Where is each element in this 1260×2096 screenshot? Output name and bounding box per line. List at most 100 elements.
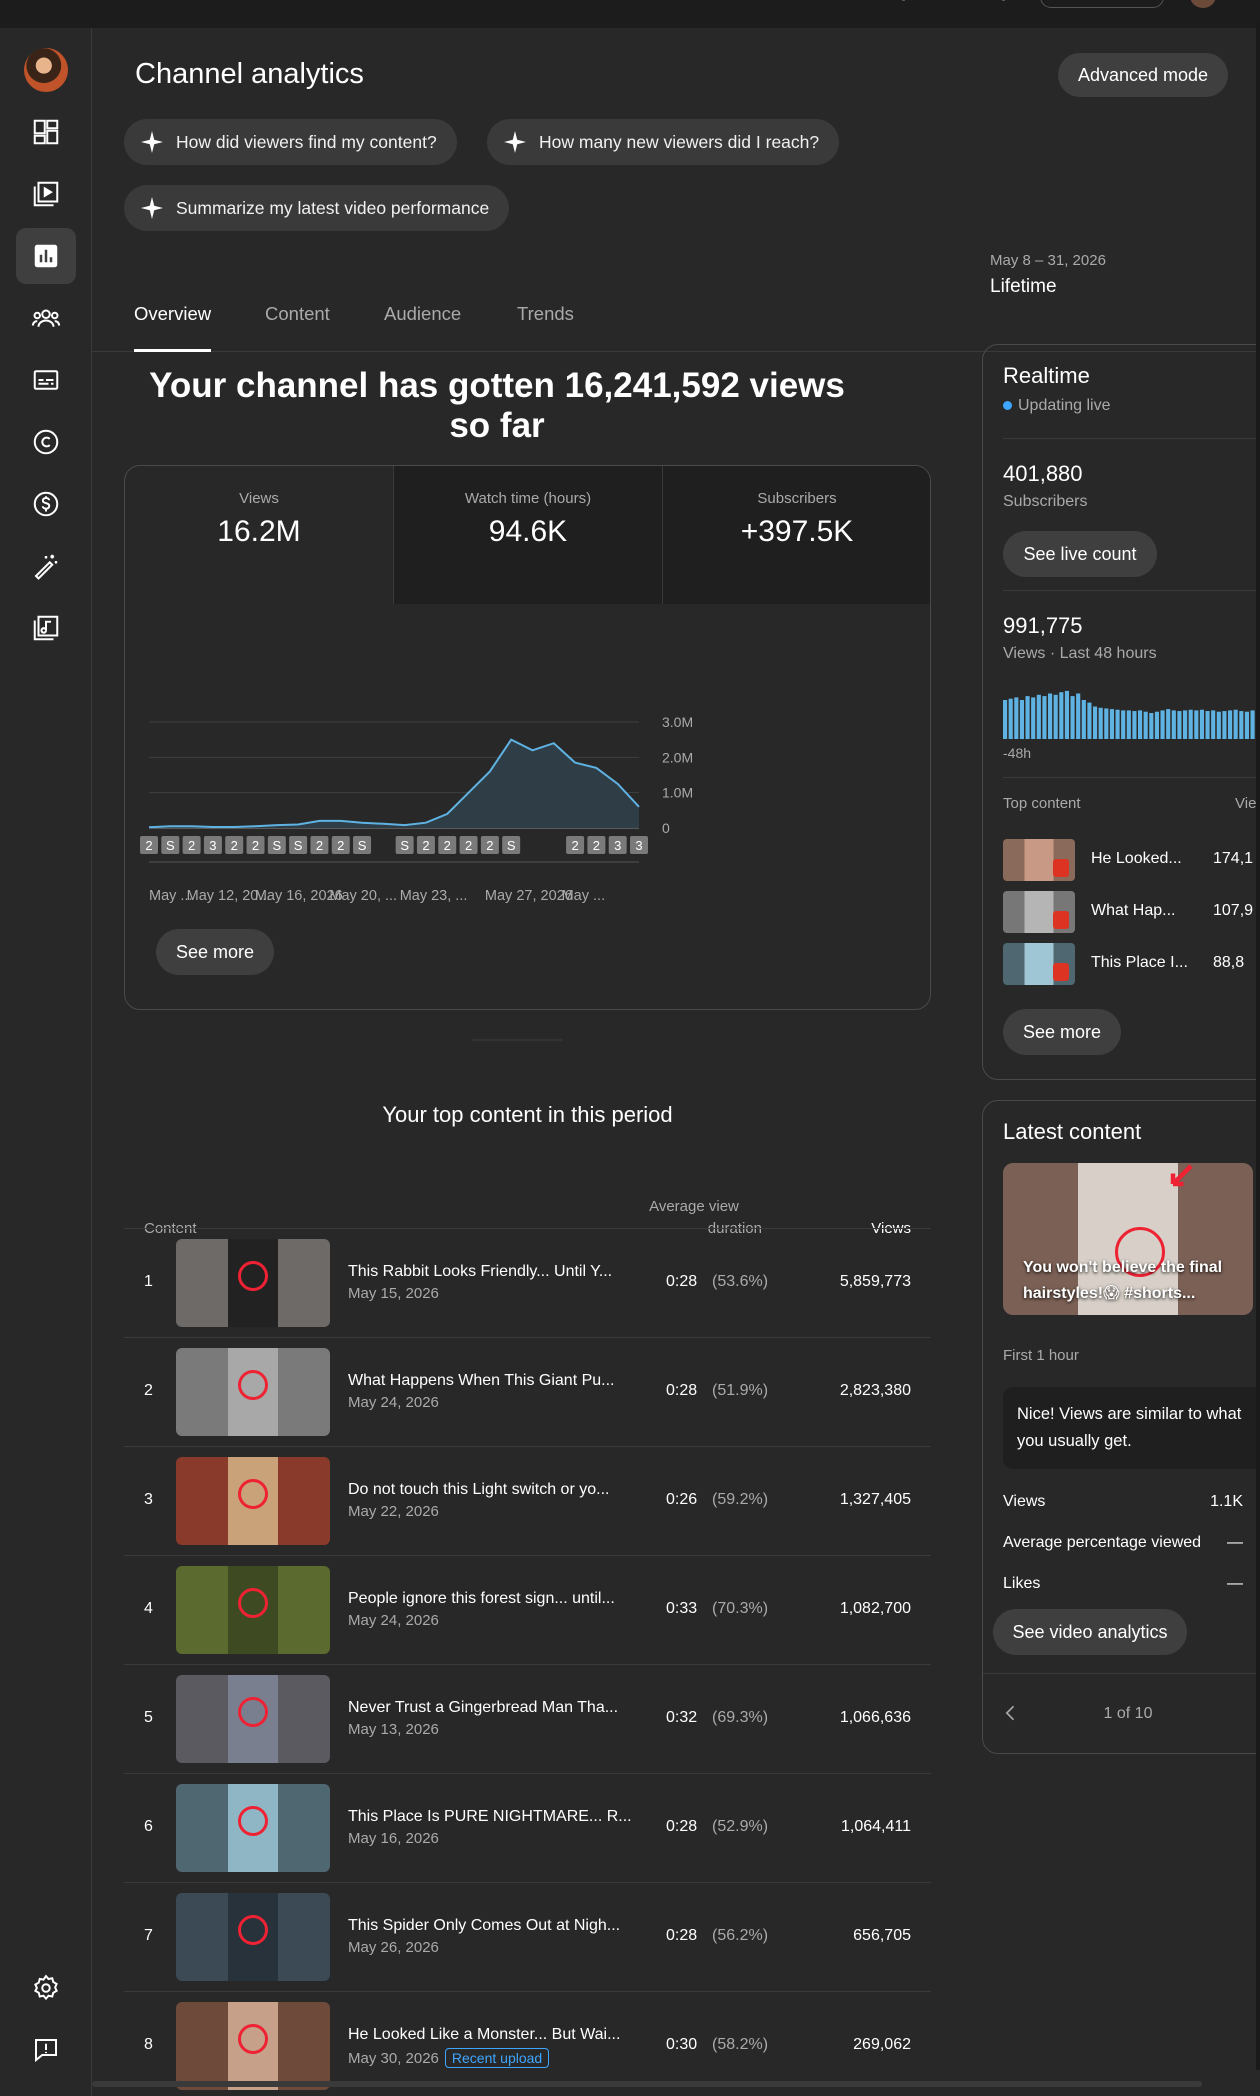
date-range-dates[interactable]: May 8 – 31, 2026 — [990, 252, 1106, 269]
sidebar-item-analytics[interactable] — [16, 228, 76, 284]
sidebar-item-content[interactable] — [16, 166, 76, 222]
avg-view-percentage: (52.9%) — [712, 1818, 769, 1835]
thumbnail-side — [278, 1784, 330, 1872]
sidebar-item-earn[interactable] — [16, 476, 76, 532]
realtime-bar — [1025, 696, 1030, 739]
community-icon — [31, 309, 61, 327]
avg-view-duration: 0:30 — [666, 2036, 698, 2053]
tab-trends[interactable]: Trends — [517, 276, 574, 352]
realtime-bar — [1177, 711, 1182, 739]
sidebar-item-community[interactable] — [16, 290, 76, 346]
create-button[interactable] — [1040, 0, 1164, 8]
thumbnail-side — [176, 1893, 228, 1981]
latest-video-thumbnail[interactable]: You won't believe the final hairstyles!😱 … — [1003, 1163, 1253, 1315]
sidebar-item-dashboard[interactable] — [16, 104, 76, 160]
upload-marker-label: 2 — [465, 838, 472, 853]
thumbnail-side — [176, 1348, 228, 1436]
realtime-bar — [1199, 709, 1204, 739]
realtime-top-item[interactable]: This Place I... 88,8 — [1003, 943, 1260, 985]
views-chart[interactable]: 3.0M2.0M1.0M02 S 2 3 2 2 S S 2 2 S S 2 2 2 2 S 2 2 3 3May ..… — [125, 616, 930, 916]
realtime-bar — [1143, 711, 1148, 739]
sidebar-item-copyright[interactable] — [16, 414, 76, 470]
sidebar-item-feedback[interactable] — [16, 2022, 76, 2078]
table-row[interactable]: 7 This Spider Only Comes Out at Nigh... Ma… — [124, 1882, 931, 1991]
table-row[interactable]: 5 Never Trust a Gingerbread Man Tha... May… — [124, 1664, 931, 1773]
video-date: May 16, 2026 — [348, 1830, 439, 1847]
tab-audience[interactable]: Audience — [384, 276, 461, 352]
vertical-scrollbar[interactable] — [1256, 20, 1260, 2070]
advanced-mode-button[interactable]: Advanced mode — [1058, 53, 1228, 97]
realtime-bar — [1031, 697, 1036, 739]
sidebar — [0, 28, 92, 2096]
sidebar-item-subtitles[interactable] — [16, 352, 76, 408]
metric-watch-time[interactable]: Watch time (hours) 94.6K — [394, 466, 662, 604]
metric-subscribers[interactable]: Subscribers +397.5K — [663, 466, 930, 604]
table-row[interactable]: 4 People ignore this forest sign... until… — [124, 1555, 931, 1664]
video-thumbnail[interactable] — [176, 1784, 330, 1872]
video-title[interactable]: This Place Is PURE NIGHTMARE... R... — [348, 1808, 632, 1826]
tab-content[interactable]: Content — [265, 276, 330, 352]
video-title[interactable]: Never Trust a Gingerbread Man Tha... — [348, 1699, 618, 1717]
video-title[interactable]: What Happens When This Giant Pu... — [348, 1372, 615, 1390]
realtime-bar — [1121, 710, 1126, 739]
date-range-label[interactable]: Lifetime — [990, 276, 1057, 298]
suggestion-chip[interactable]: How many new viewers did I reach? — [487, 119, 840, 165]
upload-marker-label: 2 — [188, 838, 195, 853]
channel-avatar[interactable] — [24, 48, 68, 92]
upload-marker-label: S — [294, 838, 303, 853]
thumbnail-side — [176, 1675, 228, 1763]
table-row[interactable]: 1 This Rabbit Looks Friendly... Until Y..… — [124, 1228, 931, 1337]
sidebar-item-audio-library[interactable] — [16, 600, 76, 656]
table-row[interactable]: 3 Do not touch this Light switch or yo...… — [124, 1446, 931, 1555]
realtime-top-item[interactable]: What Hap... 107,9 — [1003, 891, 1260, 933]
realtime-bar — [1216, 711, 1221, 739]
realtime-bar — [1233, 709, 1238, 739]
highlight-circle — [238, 1261, 268, 1291]
video-date: May 13, 2026 — [348, 1721, 439, 1738]
sidebar-item-customization[interactable] — [16, 538, 76, 594]
video-views: 269,062 — [853, 2036, 911, 2053]
video-date: May 30, 2026 Recent upload — [348, 2048, 550, 2068]
realtime-bar — [1166, 709, 1171, 739]
realtime-top-item[interactable]: He Looked... 174,1 — [1003, 839, 1260, 881]
video-thumbnail[interactable] — [176, 2002, 330, 2090]
video-title[interactable]: This Rabbit Looks Friendly... Until Y... — [348, 1263, 612, 1281]
video-title[interactable]: People ignore this forest sign... until.… — [348, 1590, 615, 1608]
see-video-analytics-button[interactable]: See video analytics — [993, 1609, 1187, 1655]
sidebar-item-settings[interactable] — [16, 1960, 76, 2016]
divider — [902, 0, 905, 1]
item-title: This Place I... — [1091, 954, 1188, 971]
overview-card: Views 16.2M Watch time (hours) 94.6K Sub… — [124, 465, 931, 1010]
metric-views[interactable]: Views 16.2M — [125, 466, 393, 604]
suggestion-chip[interactable]: How did viewers find my content? — [124, 119, 457, 165]
account-avatar[interactable] — [1190, 0, 1216, 8]
horizontal-scrollbar[interactable] — [92, 2081, 1202, 2087]
realtime-bar-chart[interactable] — [1003, 687, 1260, 739]
realtime-bar — [1042, 696, 1047, 739]
video-thumbnail[interactable] — [176, 1348, 330, 1436]
video-title[interactable]: This Spider Only Comes Out at Nigh... — [348, 1917, 620, 1935]
avg-view-duration: 0:28 — [666, 1927, 698, 1944]
video-thumbnail[interactable] — [176, 1239, 330, 1327]
see-live-count-button[interactable]: See live count — [1003, 531, 1157, 577]
see-more-button[interactable]: See more — [156, 929, 274, 975]
avg-view-percentage: (69.3%) — [712, 1709, 769, 1726]
video-thumbnail[interactable] — [176, 1566, 330, 1654]
suggestion-chip[interactable]: Summarize my latest video performance — [124, 185, 510, 231]
top-content-label: Top content — [1003, 795, 1081, 812]
video-title[interactable]: He Looked Like a Monster... But Wai... — [348, 2026, 620, 2044]
table-row[interactable]: 2 What Happens When This Giant Pu... May 2… — [124, 1337, 931, 1446]
video-title[interactable]: Do not touch this Light switch or yo... — [348, 1481, 609, 1499]
realtime-bar — [1171, 710, 1176, 739]
content-icon — [33, 181, 59, 207]
subtitles-icon — [33, 370, 59, 390]
tab-overview[interactable]: Overview — [134, 276, 212, 352]
table-row[interactable]: 6 This Place Is PURE NIGHTMARE... R... May… — [124, 1773, 931, 1882]
video-thumbnail[interactable] — [176, 1675, 330, 1763]
realtime-see-more-button[interactable]: See more — [1003, 1009, 1121, 1055]
video-thumbnail[interactable] — [176, 1457, 330, 1545]
suggestion-label: How did viewers find my content? — [176, 131, 437, 152]
video-thumbnail[interactable] — [176, 1893, 330, 1981]
copyright-icon — [33, 429, 59, 455]
avg-view-duration: 0:28 — [666, 1382, 698, 1399]
